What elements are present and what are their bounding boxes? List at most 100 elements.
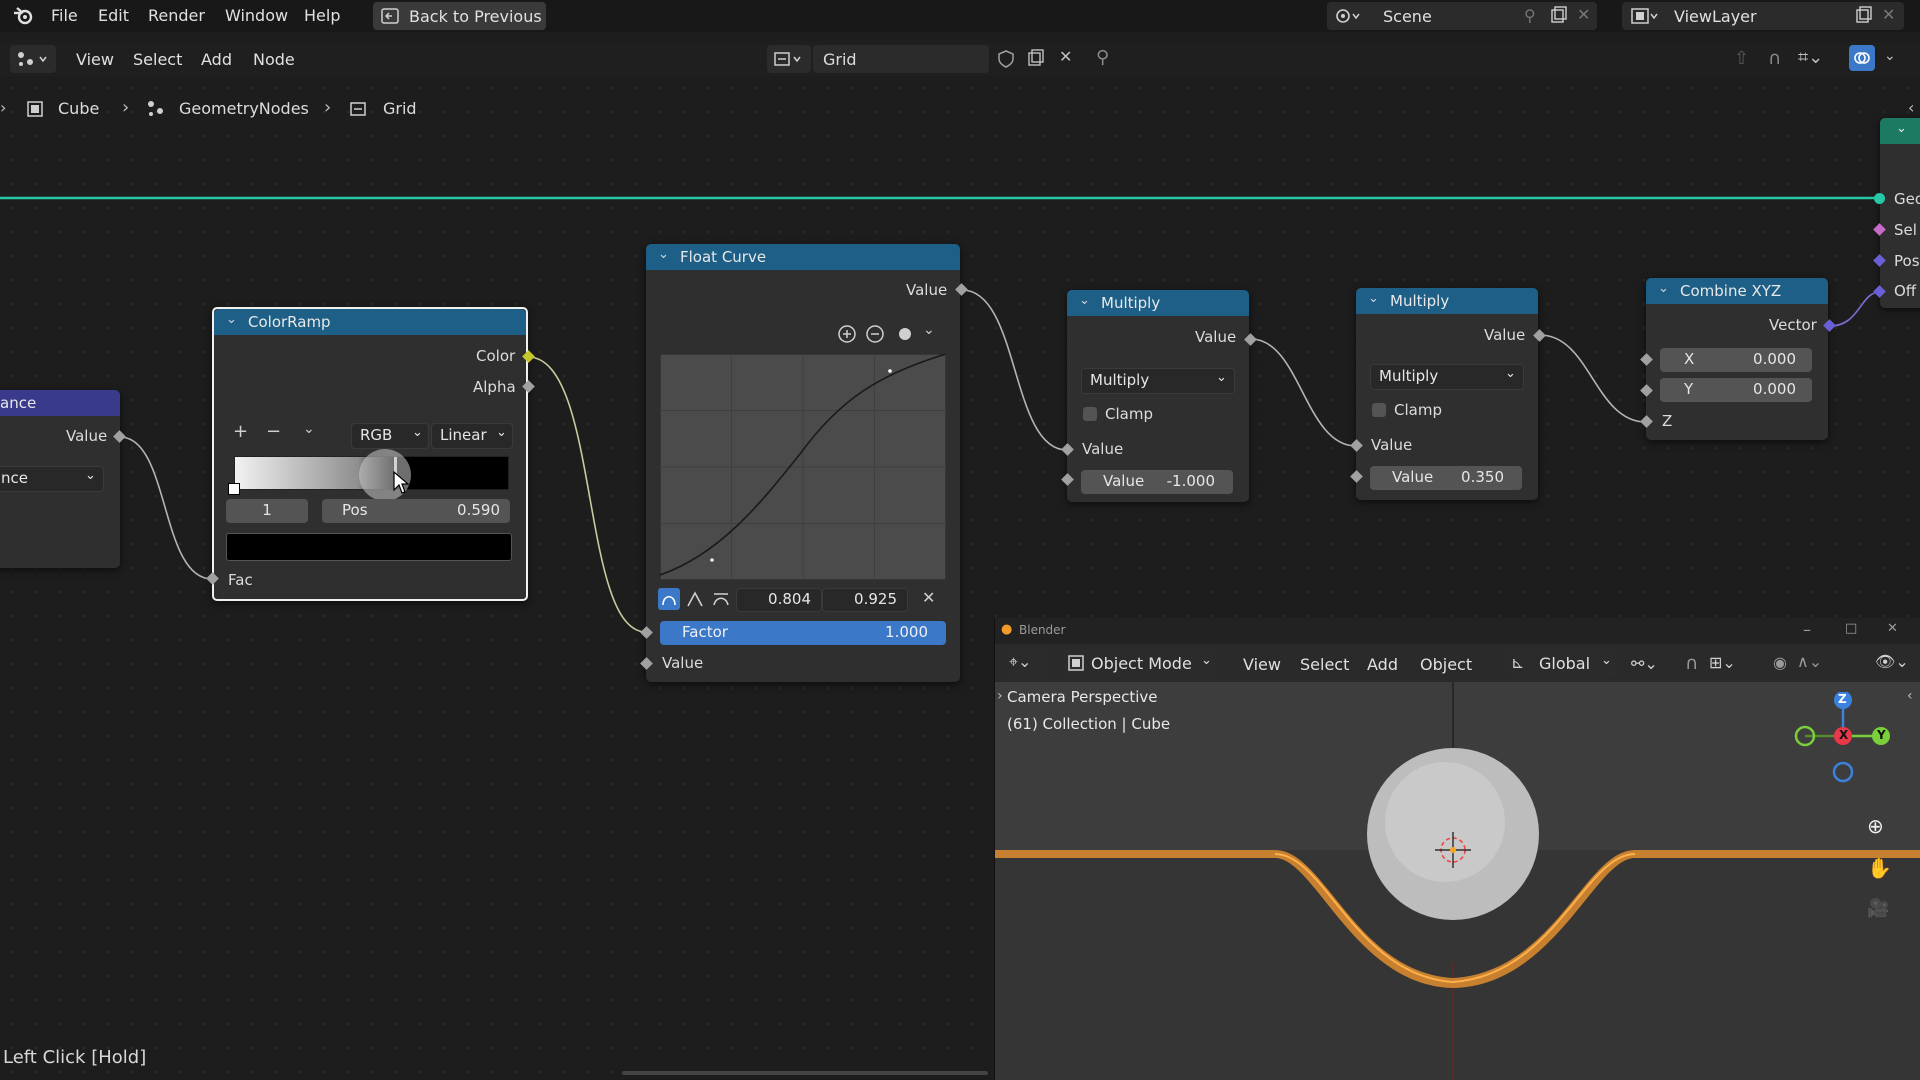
viewport-scene[interactable]: › Camera Perspective (61) Collection | C… <box>995 682 1920 1080</box>
maximize-icon[interactable]: □ <box>1845 621 1857 636</box>
camera-view-icon[interactable]: 🎥 <box>1867 898 1889 919</box>
multiply-2-clamp-checkbox[interactable] <box>1372 403 1386 417</box>
right-partial-header[interactable]: ⌄ <box>1880 118 1920 144</box>
point-y-field[interactable]: 0.925 <box>822 588 908 612</box>
color-stop-left[interactable] <box>228 483 240 495</box>
multiply-2-input-label: Value <box>1371 436 1413 454</box>
viewport-sidebar-chevron-icon[interactable]: ‹ <box>1907 688 1913 704</box>
auto-handle-icon[interactable] <box>658 588 680 610</box>
collapse-chevron-icon[interactable]: ⌄ <box>658 247 669 262</box>
left-partial-node-header[interactable]: ance <box>0 390 120 416</box>
collapse-chevron-icon[interactable]: ⌄ <box>1368 291 1379 306</box>
left-partial-node[interactable]: ance Value nce ⌄ <box>0 390 120 568</box>
pivot-icon[interactable]: ⚯⌄ <box>1631 654 1658 673</box>
link-vector-to-offset <box>1829 291 1881 327</box>
right-partial-geo-socket[interactable] <box>1874 193 1885 204</box>
color-mode-dropdown[interactable]: RGB ⌄ <box>351 423 429 449</box>
link-multiply1-to-multiply2 <box>1250 338 1357 447</box>
multiply-1-header[interactable]: ⌄ Multiply <box>1067 290 1249 316</box>
combine-z-label: Z <box>1662 412 1673 430</box>
transform-orientation-label: Global <box>1539 654 1591 673</box>
colorramp-color-output-label: Color <box>476 347 516 365</box>
sidebar-toggle-chevron-icon[interactable]: ‹ <box>1908 98 1914 117</box>
interpolation-dropdown[interactable]: Linear ⌄ <box>431 423 513 449</box>
combine-x-value: 0.000 <box>1753 350 1796 368</box>
combine-x-field[interactable]: X 0.000 <box>1660 348 1812 372</box>
curve-options-chevron-icon[interactable]: ⌄ <box>923 322 935 338</box>
float-curve-title: Float Curve <box>680 248 767 266</box>
stop-position-label: Pos <box>342 501 368 519</box>
viewport-window[interactable]: ● Blender – □ ✕ ⌖⌄ Object Mode ⌄ View Se… <box>994 618 1920 1080</box>
curve-graph[interactable] <box>660 354 946 580</box>
viewport-editor-icon: ⌖⌄ <box>1009 652 1032 671</box>
stop-color-swatch[interactable] <box>226 533 512 561</box>
multiply-1-value-field[interactable]: Value -1.000 <box>1081 470 1233 494</box>
colorramp-node[interactable]: ⌄ ColorRamp Color Alpha + − ⌄ RGB ⌄ Line… <box>212 307 528 601</box>
horizontal-scrollbar[interactable] <box>622 1071 988 1075</box>
multiply-2-header[interactable]: ⌄ Multiply <box>1356 288 1538 314</box>
float-curve-node[interactable]: ⌄ Float Curve Value ⌄ 0.804 0.925 ✕ Fact… <box>646 244 960 682</box>
navigation-gizmo[interactable] <box>1785 692 1905 792</box>
combine-y-field[interactable]: Y 0.000 <box>1660 378 1812 402</box>
object-mode-dropdown[interactable]: Object Mode ⌄ <box>1061 649 1219 677</box>
collapse-chevron-icon[interactable]: ⌄ <box>1896 121 1907 136</box>
multiply-2-value-label: Value <box>1392 468 1434 486</box>
chevron-down-icon: ⌄ <box>496 425 507 440</box>
object-mode-icon <box>1067 654 1085 676</box>
zoom-icon[interactable]: ⊕ <box>1867 814 1884 838</box>
viewport-menu-object[interactable]: Object <box>1420 655 1472 674</box>
right-partial-sel-label: Sel <box>1894 221 1917 239</box>
snap-magnet-icon[interactable]: ∩ <box>1685 653 1698 674</box>
minimize-icon[interactable]: – <box>1803 620 1811 639</box>
point-x-field[interactable]: 0.804 <box>736 588 822 612</box>
curve-tools-icon[interactable] <box>897 326 913 346</box>
orientation-icon: ⊾ <box>1511 653 1525 672</box>
close-icon[interactable]: ✕ <box>1887 621 1898 636</box>
snap-increment-icon[interactable]: ⊞⌄ <box>1709 653 1736 672</box>
collapse-chevron-icon[interactable]: ⌄ <box>1079 293 1090 308</box>
interpolation-value: Linear <box>440 426 487 444</box>
multiply-1-operation-dropdown[interactable]: Multiply ⌄ <box>1081 368 1235 394</box>
multiply-2-operation-value: Multiply <box>1379 367 1439 385</box>
combine-y-label: Y <box>1684 380 1694 398</box>
falloff-icon[interactable]: ∧⌄ <box>1797 652 1822 671</box>
multiply-1-operation-value: Multiply <box>1090 371 1150 389</box>
transform-orientation-dropdown[interactable]: ⊾ Global ⌄ <box>1505 649 1617 677</box>
multiply-2-value-field[interactable]: Value 0.350 <box>1370 466 1522 490</box>
float-curve-header[interactable]: ⌄ Float Curve <box>646 244 960 270</box>
ramp-options-chevron-icon[interactable]: ⌄ <box>303 421 315 437</box>
left-partial-dropdown[interactable]: nce ⌄ <box>0 466 104 492</box>
viewport-menu-select[interactable]: Select <box>1300 655 1349 674</box>
stop-index-field[interactable]: 1 <box>226 499 308 523</box>
proportional-edit-icon[interactable]: ◉ <box>1773 653 1787 672</box>
combine-xyz-node[interactable]: ⌄ Combine XYZ Vector X 0.000 Y 0.000 Z <box>1646 278 1828 440</box>
remove-stop-icon[interactable]: − <box>266 421 281 442</box>
multiply-2-operation-dropdown[interactable]: Multiply ⌄ <box>1370 364 1524 390</box>
left-partial-node-title: ance <box>0 394 37 412</box>
scene-geometry <box>995 682 1920 1080</box>
viewport-menu-add[interactable]: Add <box>1367 655 1398 674</box>
combine-xyz-header[interactable]: ⌄ Combine XYZ <box>1646 278 1828 304</box>
vector-handle-icon[interactable] <box>684 588 706 614</box>
zoom-out-icon[interactable] <box>865 324 885 348</box>
multiply-node-1[interactable]: ⌄ Multiply Value Multiply ⌄ Clamp Value … <box>1067 290 1249 502</box>
viewport-menu-view[interactable]: View <box>1243 655 1281 674</box>
delete-point-icon[interactable]: ✕ <box>922 588 935 607</box>
chevron-down-icon: ⌄ <box>1201 653 1212 668</box>
pan-hand-icon[interactable]: ✋ <box>1867 856 1892 880</box>
auto-clamped-handle-icon[interactable] <box>710 588 732 614</box>
collapse-chevron-icon[interactable]: ⌄ <box>1658 281 1669 296</box>
right-partial-node[interactable]: ⌄ Geo Sel Pos Off <box>1880 118 1920 308</box>
multiply-node-2[interactable]: ⌄ Multiply Value Multiply ⌄ Clamp Value … <box>1356 288 1538 500</box>
zoom-in-icon[interactable] <box>837 324 857 348</box>
colorramp-header[interactable]: ⌄ ColorRamp <box>214 309 526 335</box>
viewport-editor-type-button[interactable]: ⌖⌄ <box>1005 649 1051 677</box>
viewport-toolbar-expand-icon[interactable]: › <box>997 688 1003 704</box>
factor-slider[interactable]: Factor 1.000 <box>660 621 946 645</box>
multiply-1-clamp-checkbox[interactable] <box>1083 407 1097 421</box>
viewport-titlebar[interactable]: ● Blender – □ ✕ <box>995 618 1920 644</box>
visibility-icon[interactable]: 👁⌄ <box>1875 652 1909 671</box>
stop-position-field[interactable]: Pos 0.590 <box>322 499 510 523</box>
add-stop-icon[interactable]: + <box>233 421 248 442</box>
collapse-chevron-icon[interactable]: ⌄ <box>226 312 237 327</box>
